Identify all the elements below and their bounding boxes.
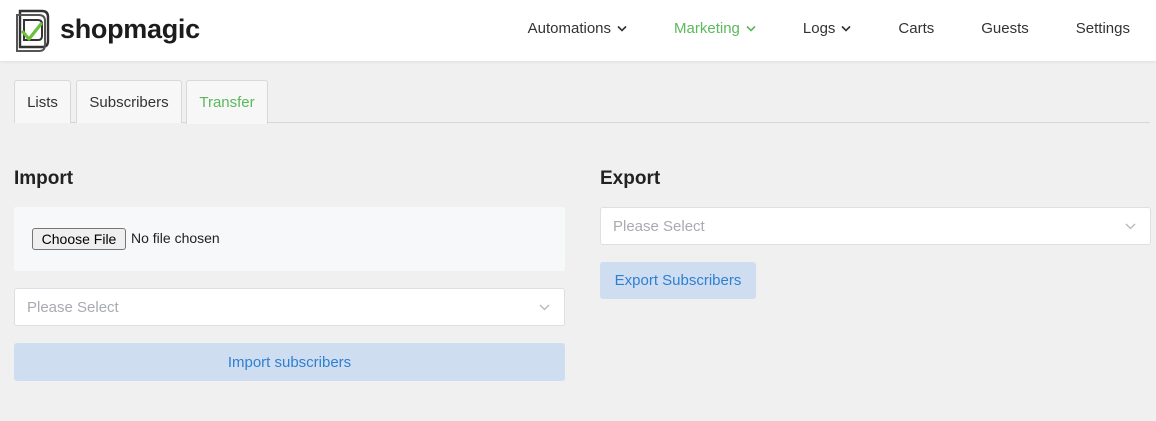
chevron-down-icon bbox=[746, 25, 756, 32]
chevron-down-icon bbox=[841, 25, 851, 32]
nav-item-automations[interactable]: Automations bbox=[528, 20, 627, 37]
nav-item-label: Marketing bbox=[674, 19, 740, 37]
tab-subscribers[interactable]: Subscribers bbox=[76, 80, 182, 123]
nav-item-label: Guests bbox=[981, 19, 1029, 37]
nav-item-label: Automations bbox=[527, 19, 612, 37]
file-status-text: No file chosen bbox=[131, 230, 220, 246]
nav-item-guests[interactable]: Guests bbox=[981, 20, 1029, 37]
nav-item-settings[interactable]: Settings bbox=[1076, 20, 1130, 37]
chevron-down-icon bbox=[1125, 223, 1136, 230]
chevron-down-icon bbox=[617, 25, 627, 32]
tab-bar: Lists Subscribers Transfer bbox=[14, 80, 1150, 124]
top-navigation-bar: shopmagic Automations Marketing Logs Car… bbox=[0, 0, 1156, 61]
main-nav: Automations Marketing Logs Carts Guests … bbox=[481, 0, 1130, 56]
nav-item-logs[interactable]: Logs bbox=[803, 20, 852, 37]
import-title: Import bbox=[14, 168, 74, 189]
export-list-select[interactable]: Please Select bbox=[600, 207, 1151, 245]
nav-item-carts[interactable]: Carts bbox=[898, 20, 934, 37]
logo[interactable]: shopmagic bbox=[14, 6, 200, 52]
select-placeholder: Please Select bbox=[613, 218, 705, 235]
file-upload-box: Choose File No file chosen bbox=[14, 207, 565, 271]
export-subscribers-button[interactable]: Export Subscribers bbox=[600, 262, 756, 299]
choose-file-button[interactable]: Choose File bbox=[32, 228, 126, 250]
tab-label: Subscribers bbox=[89, 93, 169, 111]
tab-label: Lists bbox=[27, 93, 58, 111]
nav-item-label: Carts bbox=[898, 19, 935, 37]
nav-item-label: Settings bbox=[1075, 19, 1130, 37]
export-title: Export bbox=[600, 168, 661, 189]
tab-label: Transfer bbox=[199, 94, 255, 111]
nav-item-label: Logs bbox=[802, 19, 836, 37]
logo-text: shopmagic bbox=[60, 13, 200, 44]
chevron-down-icon bbox=[539, 304, 550, 311]
shopmagic-logo-icon bbox=[16, 9, 50, 52]
tab-transfer[interactable]: Transfer bbox=[186, 80, 268, 124]
tab-lists[interactable]: Lists bbox=[14, 80, 71, 123]
nav-item-marketing[interactable]: Marketing bbox=[674, 20, 756, 37]
import-subscribers-button[interactable]: Import subscribers bbox=[14, 343, 565, 381]
import-list-select[interactable]: Please Select bbox=[14, 288, 565, 326]
select-placeholder: Please Select bbox=[27, 299, 119, 316]
